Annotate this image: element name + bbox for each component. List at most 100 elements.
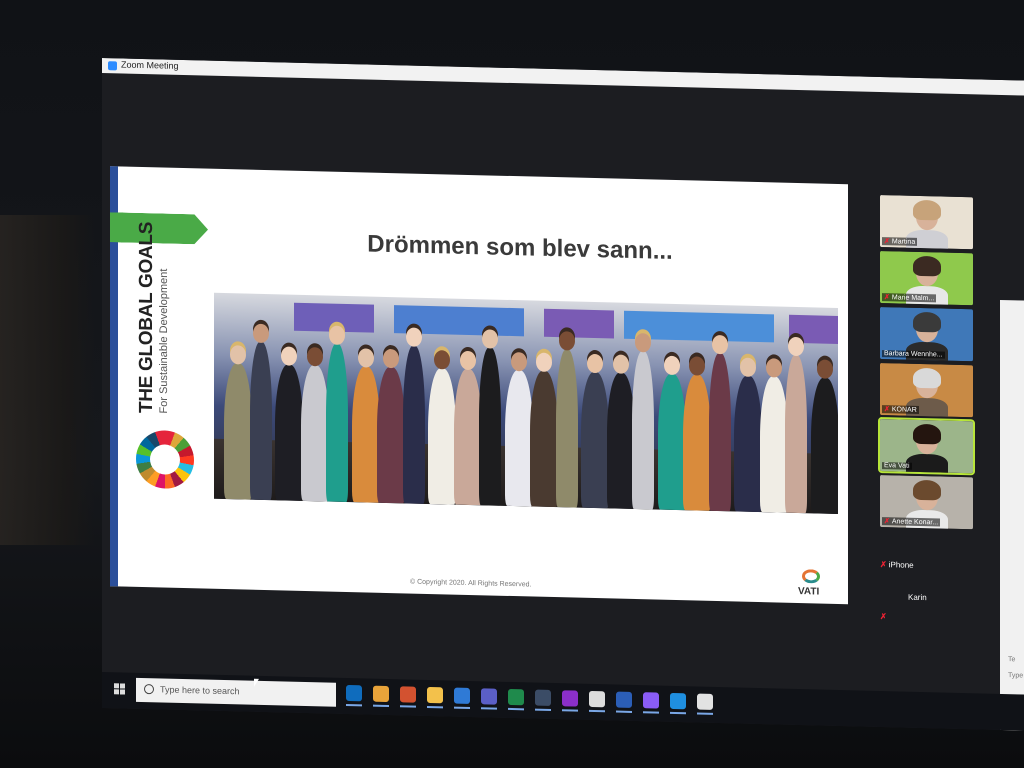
slide-copyright: © Copyright 2020. All Rights Reserved. xyxy=(410,578,532,589)
person-head xyxy=(459,350,476,371)
person-head xyxy=(612,354,629,374)
mic-muted-icon: ✗ xyxy=(884,518,890,526)
background-wall xyxy=(0,215,95,545)
person-head xyxy=(357,348,374,368)
person-figure xyxy=(632,350,654,510)
mic-muted-icon: ✗ xyxy=(884,238,890,246)
mail-icon[interactable] xyxy=(454,687,470,704)
outlook-icon[interactable] xyxy=(346,684,362,702)
person-figure xyxy=(326,343,348,503)
person-head xyxy=(306,346,323,367)
participant-hair xyxy=(913,311,941,333)
participant-video-tile[interactable]: ✗ Marie Malm... xyxy=(880,251,973,306)
group-photo xyxy=(214,292,838,514)
person-head xyxy=(434,350,450,370)
excel-icon[interactable] xyxy=(508,688,524,706)
person-head xyxy=(252,323,269,344)
zoom-app-icon xyxy=(108,61,117,71)
participant-name: Barbara Wennhe... xyxy=(884,350,943,359)
chrome-icon[interactable] xyxy=(373,685,389,703)
person-figure xyxy=(300,364,329,502)
participant-video-tile[interactable]: ✗ Anette Konar... xyxy=(880,475,973,530)
participant-name: KONAR xyxy=(891,406,917,414)
participant-video-tile[interactable]: ✗ KONAR xyxy=(880,363,973,418)
person-head xyxy=(587,353,603,374)
audio-participant[interactable]: ✗ iPhone xyxy=(880,560,914,570)
person-head xyxy=(230,345,246,365)
chat-input-hint[interactable]: Type xyxy=(1008,672,1023,679)
person-figure xyxy=(275,364,303,501)
word-icon[interactable] xyxy=(616,691,632,708)
participant-video-tile[interactable]: Eva Vati xyxy=(878,416,975,476)
chat-panel[interactable]: Te Type xyxy=(1000,299,1024,731)
audio-participant[interactable]: Karin xyxy=(908,593,927,602)
edge-icon[interactable] xyxy=(670,692,686,710)
sdg-wheel-icon xyxy=(136,429,194,490)
participant-hair xyxy=(913,255,941,277)
participant-name-label: ✗ Martina xyxy=(882,237,918,246)
onenote-icon[interactable] xyxy=(562,690,578,707)
participant-name-label: ✗ Anette Konar... xyxy=(882,517,941,527)
files-icon[interactable] xyxy=(589,690,605,708)
file-explorer-icon[interactable] xyxy=(427,686,443,704)
vati-logo-icon xyxy=(802,569,820,584)
teams-icon[interactable] xyxy=(481,688,497,705)
person-head xyxy=(765,358,782,378)
taskbar-search-box[interactable]: Type here to search xyxy=(136,677,336,707)
person-head xyxy=(635,333,651,353)
person-figure xyxy=(657,373,686,511)
audio-participant-name: Karin xyxy=(908,592,927,603)
participant-hair xyxy=(913,479,941,501)
person-figure xyxy=(530,370,558,508)
person-figure xyxy=(810,377,838,514)
person-head xyxy=(482,329,498,349)
slide-heading: Drömmen som blev sann... xyxy=(367,230,673,265)
mic-muted-icon: ✗ xyxy=(884,406,890,414)
audio-participant[interactable]: ✗ xyxy=(880,612,889,621)
screen: Zoom Meeting THE GLOBAL GOALS For Sustai… xyxy=(102,58,1024,731)
photo-banner xyxy=(544,308,614,339)
person-head xyxy=(558,331,575,351)
person-head xyxy=(740,357,756,377)
person-figure xyxy=(453,368,482,506)
person-figure xyxy=(581,371,609,509)
participant-name: Anette Konar... xyxy=(891,518,939,527)
cortana-icon[interactable] xyxy=(643,692,659,709)
person-figure xyxy=(555,349,578,508)
participant-name: Martina xyxy=(891,238,916,246)
participant-name: Marie Malm... xyxy=(891,294,935,303)
windows-logo-pane xyxy=(120,689,125,695)
start-button[interactable] xyxy=(114,683,126,695)
person-head xyxy=(383,348,399,369)
pdf-icon[interactable] xyxy=(697,693,713,710)
zoom-icon[interactable] xyxy=(535,689,551,706)
chat-text: Te xyxy=(1008,656,1016,664)
person-figure xyxy=(351,366,380,503)
person-head xyxy=(689,356,705,376)
person-figure xyxy=(759,376,788,513)
shared-slide: THE GLOBAL GOALS For Sustainable Develop… xyxy=(110,166,848,605)
person-figure xyxy=(402,345,425,504)
person-figure xyxy=(249,341,272,501)
person-figure xyxy=(734,375,762,513)
participant-name-label: ✗ KONAR xyxy=(882,405,919,414)
person-head xyxy=(536,352,552,372)
participant-hair xyxy=(913,367,941,389)
participant-name-label: ✗ Marie Malm... xyxy=(882,293,937,303)
person-figure xyxy=(785,354,807,514)
mic-muted-icon: ✗ xyxy=(880,612,887,622)
powerpoint-icon[interactable] xyxy=(400,686,416,703)
person-figure xyxy=(504,369,533,507)
participant-video-tile[interactable]: Barbara Wennhe... xyxy=(880,307,973,362)
global-goals-logo: THE GLOBAL GOALS For Sustainable Develop… xyxy=(136,222,170,414)
person-head xyxy=(281,346,297,366)
participant-name: Eva Vati xyxy=(884,462,910,470)
participant-gallery: ✗ Martina ✗ Marie Malm... Barbara Wennhe... ✗… xyxy=(878,195,978,530)
participant-video-tile[interactable]: ✗ Martina xyxy=(880,195,973,250)
person-head xyxy=(510,351,527,372)
person-figure xyxy=(224,362,252,500)
logo-subtitle: For Sustainable Development xyxy=(158,268,170,414)
mouse-cursor-icon xyxy=(254,678,259,687)
participant-hair xyxy=(913,423,941,445)
participant-hair xyxy=(913,199,941,221)
